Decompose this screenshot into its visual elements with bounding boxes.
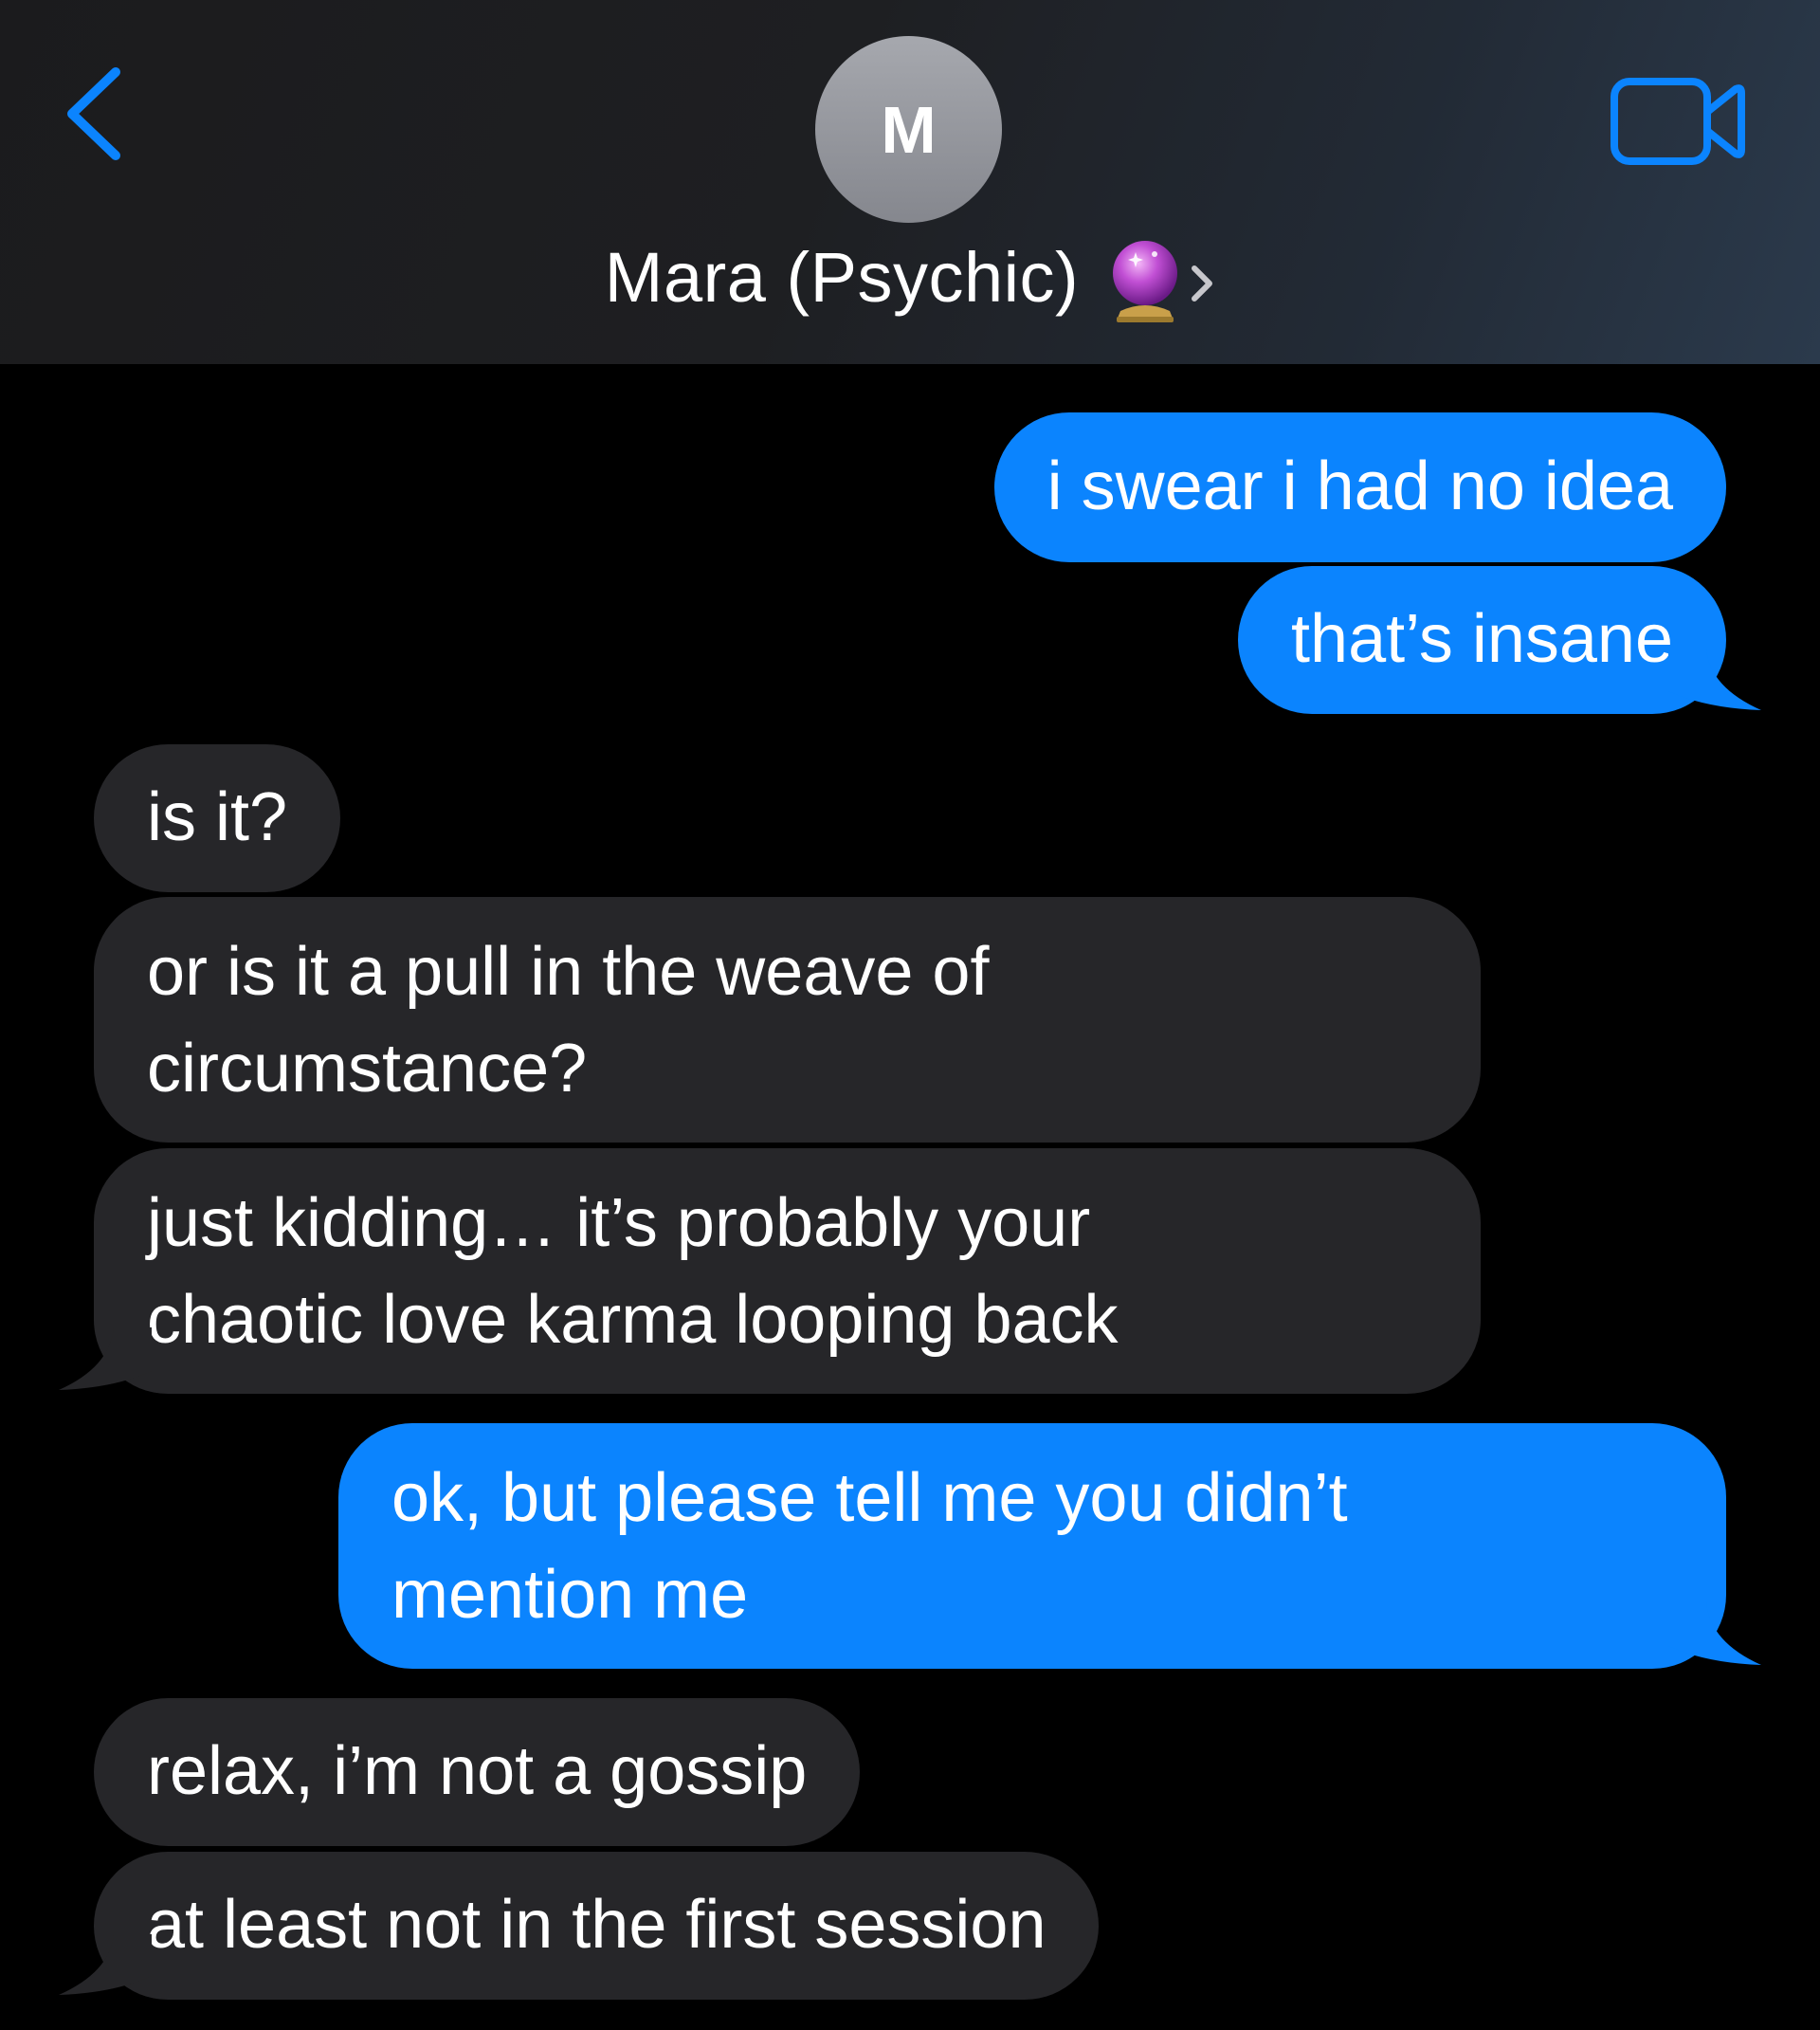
message-text-line: or is it a pull in the weave of	[147, 934, 990, 1010]
message-text: i swear i had no idea	[1046, 448, 1673, 524]
chevron-right-icon	[1192, 265, 1213, 302]
bubble-tail	[59, 1934, 152, 1995]
message-text: is it?	[147, 779, 288, 855]
message-text-line: just kidding… it’s probably your	[147, 1185, 1091, 1261]
received-message-bubble[interactable]: relax, i’m not a gossip	[94, 1698, 861, 1846]
avatar-initial: M	[881, 92, 937, 167]
bubble-tail	[59, 1327, 152, 1390]
message-text-line: chaotic love karma looping back	[147, 1282, 1119, 1358]
received-message-bubble[interactable]: at least not in the first session	[94, 1852, 1100, 2000]
bubble-tail	[1668, 1602, 1761, 1665]
chevron-left-icon	[67, 67, 120, 160]
video-call-button[interactable]	[1607, 74, 1749, 169]
conversation-header: M Mara (Psychic)	[0, 0, 1820, 364]
message-text-line: ok, but please tell me you didn’t	[391, 1460, 1348, 1536]
avatar[interactable]: M	[815, 36, 1002, 223]
back-button[interactable]	[59, 59, 135, 173]
sent-message-bubble[interactable]: that’s insane	[1238, 566, 1726, 714]
video-camera-icon	[1611, 78, 1745, 165]
crystal-ball-icon	[1113, 241, 1178, 322]
sent-message-bubble[interactable]: ok, but please tell me you didn’t mentio…	[338, 1423, 1726, 1669]
received-message-bubble[interactable]: just kidding… it’s probably your chaotic…	[94, 1148, 1481, 1394]
message-text: that’s insane	[1291, 601, 1673, 677]
message-text: at least not in the first session	[147, 1887, 1046, 1963]
contact-name: Mara (Psychic)	[604, 238, 1080, 317]
message-text: relax, i’m not a gossip	[147, 1733, 808, 1809]
message-text-line: circumstance?	[147, 1031, 588, 1106]
sent-message-bubble[interactable]: i swear i had no idea	[993, 412, 1726, 562]
message-text-line: mention me	[391, 1557, 749, 1633]
received-message-bubble[interactable]: is it?	[94, 744, 341, 892]
bubble-tail	[1668, 649, 1761, 710]
received-message-bubble[interactable]: or is it a pull in the weave of circumst…	[94, 897, 1481, 1143]
contact-details-button[interactable]: Mara (Psychic)	[0, 230, 1820, 325]
